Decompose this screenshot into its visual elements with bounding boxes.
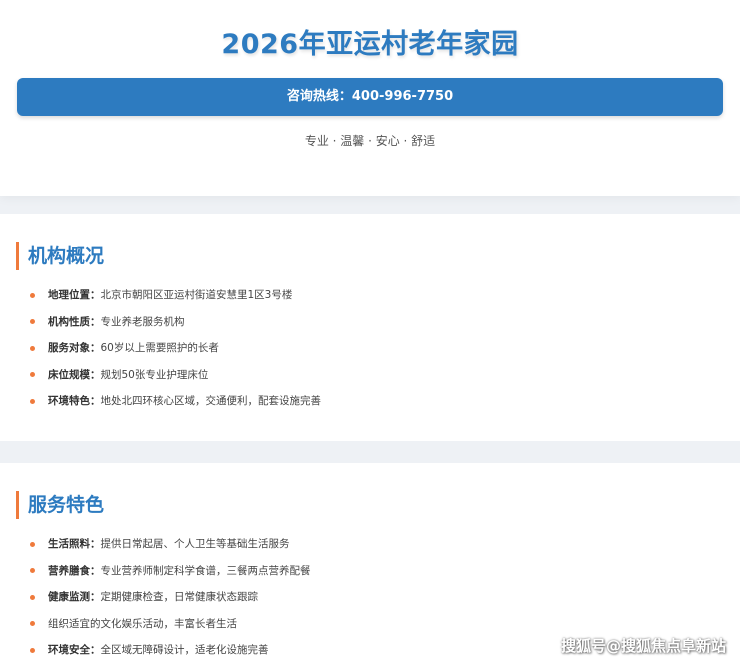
bullet-dot-icon <box>30 345 35 351</box>
item-label: 机构性质： <box>48 315 101 328</box>
overview-list: 地理位置： 北京市朝阳区亚运村街道安慧里1区3号楼 机构性质： 专业养老服务机构 服… <box>0 282 740 415</box>
bullet-dot-icon <box>30 319 35 325</box>
hotline-button[interactable]: 咨询热线：400-996-7750 <box>17 78 723 116</box>
list-item: 机构性质： 专业养老服务机构 <box>30 309 740 336</box>
bullet-dot-icon <box>30 372 35 378</box>
item-text: 组织适宜的文化娱乐活动，丰富长者生活 <box>48 617 237 630</box>
item-text: 定期健康检查，日常健康状态跟踪 <box>100 591 259 604</box>
slogan: 专业 · 温馨 · 安心 · 舒适 <box>304 134 436 148</box>
item-label: 健康监测： <box>48 591 101 604</box>
list-item: 环境特色： 地处北四环核心区域，交通便利，配套设施完善 <box>30 388 740 415</box>
watermark: 搜狐号@搜狐焦点阜新站 <box>560 637 726 655</box>
item-label: 环境特色： <box>48 395 101 408</box>
item-text: 规划50张专业护理床位 <box>100 368 209 381</box>
bullet-dot-icon <box>30 647 35 653</box>
page-header: 2026年亚运村老年家园 咨询热线：400-996-7750 专业 · 温馨 ·… <box>0 0 740 196</box>
item-label: 床位规模： <box>48 368 101 381</box>
item-text: 60岁以上需要照护的长者 <box>100 342 219 355</box>
overview-title: 机构概况 <box>16 242 740 270</box>
overview-section: 机构概况 地理位置： 北京市朝阳区亚运村街道安慧里1区3号楼 机构性质： 专业养老服… <box>0 214 740 441</box>
item-label: 生活照料： <box>48 538 101 551</box>
list-item: 组织适宜的文化娱乐活动，丰富长者生活 <box>30 611 740 638</box>
list-item: 健康监测： 定期健康检查，日常健康状态跟踪 <box>30 584 740 611</box>
bullet-dot-icon <box>30 594 35 600</box>
list-item: 营养膳食： 专业营养师制定科学食谱，三餐两点营养配餐 <box>30 558 740 585</box>
item-text: 北京市朝阳区亚运村街道安慧里1区3号楼 <box>100 289 293 302</box>
bullet-dot-icon <box>30 292 35 298</box>
item-text: 专业养老服务机构 <box>100 315 185 328</box>
services-section: 服务特色 生活照料： 提供日常起居、个人卫生等基础生活服务 营养膳食： 专业营养师制… <box>0 463 740 664</box>
list-item: 地理位置： 北京市朝阳区亚运村街道安慧里1区3号楼 <box>30 282 740 309</box>
item-text: 提供日常起居、个人卫生等基础生活服务 <box>100 538 290 551</box>
bullet-dot-icon <box>30 621 35 627</box>
item-text: 全区域无障碍设计，适老化设施完善 <box>100 644 269 657</box>
item-label: 地理位置： <box>48 289 101 302</box>
services-title: 服务特色 <box>16 491 740 519</box>
item-text: 专业营养师制定科学食谱，三餐两点营养配餐 <box>100 564 311 577</box>
page-title: 2026年亚运村老年家园 <box>221 29 519 60</box>
bullet-dot-icon <box>30 568 35 574</box>
item-text: 地处北四环核心区域，交通便利，配套设施完善 <box>100 395 322 408</box>
list-item: 床位规模： 规划50张专业护理床位 <box>30 362 740 389</box>
item-label: 营养膳食： <box>48 564 101 577</box>
list-item: 生活照料： 提供日常起居、个人卫生等基础生活服务 <box>30 531 740 558</box>
item-label: 环境安全： <box>48 644 101 657</box>
bullet-dot-icon <box>30 398 35 404</box>
list-item: 服务对象： 60岁以上需要照护的长者 <box>30 335 740 362</box>
bullet-dot-icon <box>30 541 35 547</box>
item-label: 服务对象： <box>48 342 101 355</box>
